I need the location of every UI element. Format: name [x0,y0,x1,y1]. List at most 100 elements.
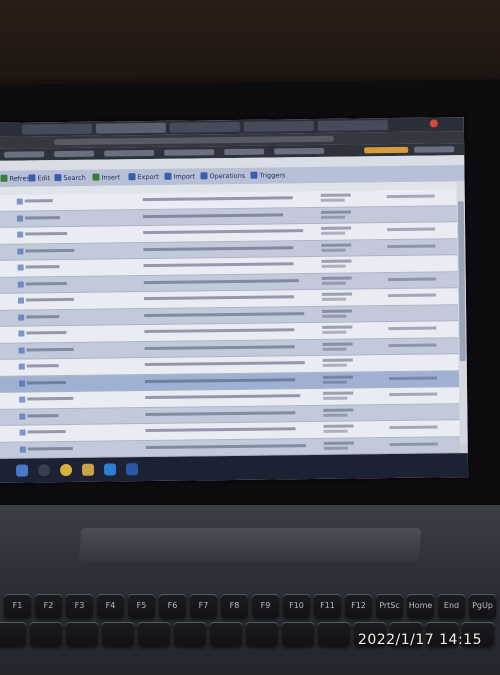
row-edit-icon[interactable] [19,413,25,419]
row-hash-cell [144,312,304,317]
row-value-cell [322,276,352,279]
keyboard-key[interactable]: F11 [314,594,341,618]
row-edit-icon[interactable] [18,265,24,271]
row-hash-cell [143,196,293,201]
keyboard-key[interactable]: F1 [4,594,31,618]
row-extra-cell [387,195,435,199]
keyboard-key[interactable] [0,622,26,646]
keyboard-key[interactable]: F9 [252,594,279,618]
row-hash-cell [143,213,283,218]
row-edit-icon[interactable] [19,380,25,386]
row-edit-icon[interactable] [17,215,23,221]
row-edit-icon[interactable] [17,248,23,254]
triggers-icon [250,172,257,179]
row-edit-icon[interactable] [17,232,23,238]
keyboard-key[interactable]: F7 [190,594,217,618]
edit-icon [28,174,35,181]
row-name-cell [27,397,73,401]
toolbar-triggers[interactable]: Triggers [250,170,285,180]
row-edit-icon[interactable] [19,397,25,403]
row-edit-icon[interactable] [18,331,24,337]
keyboard-key[interactable] [318,622,350,646]
row-name-cell [26,282,67,286]
keyboard-key[interactable]: F6 [159,594,186,618]
export-icon [128,173,135,180]
row-edit-icon[interactable] [19,364,25,370]
keyboard-key[interactable]: Home [407,594,434,618]
row-name-cell [27,414,58,417]
row-edit-icon[interactable] [18,281,24,287]
row-hash-cell [144,262,294,267]
bookmark-item[interactable] [104,150,154,157]
row-name-cell [27,347,74,351]
keyboard-key[interactable] [174,622,206,646]
row-extra-cell [389,376,437,380]
toolbar-edit[interactable]: Edit [28,173,50,183]
row-edit-icon[interactable] [19,347,25,353]
row-extra-cell [387,244,435,248]
keyboard-key[interactable]: F12 [345,594,372,618]
row-edit-icon[interactable] [18,298,24,304]
keyboard-key[interactable] [246,622,278,646]
keyboard-key[interactable] [282,622,314,646]
keyboard-key[interactable]: PrtSc [376,594,403,618]
keyboard-key[interactable] [102,622,134,646]
row-edit-icon[interactable] [18,314,24,320]
profile-icon[interactable] [430,119,438,127]
row-name-cell [27,381,66,384]
browser-tab[interactable] [22,124,92,135]
search-icon[interactable] [38,464,50,476]
toolbar-search[interactable]: Search [54,173,85,183]
bookmark-folder-icon[interactable] [364,147,408,154]
bookmark-item[interactable] [274,148,324,155]
row-value-cell [321,227,351,230]
keyboard-key[interactable]: F2 [35,594,62,618]
toolbar-export[interactable]: Export [128,172,158,182]
row-extra-cell [388,293,436,297]
bookmark-item[interactable] [4,151,44,157]
row-name-cell [26,298,74,302]
row-value-cell [324,441,354,444]
word-icon[interactable] [126,463,138,475]
row-hash-cell [145,345,295,350]
start-icon[interactable] [16,464,28,476]
row-name-cell [26,265,60,268]
row-hash-cell [146,427,296,432]
bookmark-item[interactable] [414,146,454,152]
browser-tab[interactable] [244,121,314,132]
keyboard-key[interactable] [30,622,62,646]
chrome-icon[interactable] [60,464,72,476]
row-edit-icon[interactable] [17,199,23,205]
row-hash-cell [145,378,295,383]
row-value-cell [322,326,352,329]
row-extra-cell [388,326,436,330]
keyboard-key[interactable]: F8 [221,594,248,618]
explorer-icon[interactable] [82,464,94,476]
row-value-cell [321,194,351,197]
bookmark-item[interactable] [164,149,214,156]
vscode-icon[interactable] [104,463,116,475]
browser-tab[interactable] [318,120,388,131]
browser-tab[interactable] [96,123,166,134]
keyboard-key[interactable] [66,622,98,646]
keyboard-key[interactable] [138,622,170,646]
browser-tab[interactable] [170,122,240,133]
toolbar-operations[interactable]: Operations [200,171,245,182]
keyboard-key[interactable] [210,622,242,646]
row-name-cell [26,315,59,318]
toolbar-import[interactable]: Import [164,171,195,181]
search-icon [54,174,61,181]
keyboard-key[interactable]: F5 [128,594,155,618]
bookmark-item[interactable] [224,149,264,155]
row-name-cell [27,364,59,367]
row-edit-icon[interactable] [20,446,26,452]
keyboard-key[interactable]: F3 [66,594,93,618]
bookmark-item[interactable] [54,151,94,157]
row-hash-cell [143,229,303,234]
keyboard-key[interactable]: F4 [97,594,124,618]
keyboard-key[interactable]: F10 [283,594,310,618]
keyboard-key[interactable]: End [438,594,465,618]
keyboard-key[interactable]: PgUp [469,594,496,618]
toolbar-insert[interactable]: Insert [92,172,120,182]
row-edit-icon[interactable] [20,430,26,436]
